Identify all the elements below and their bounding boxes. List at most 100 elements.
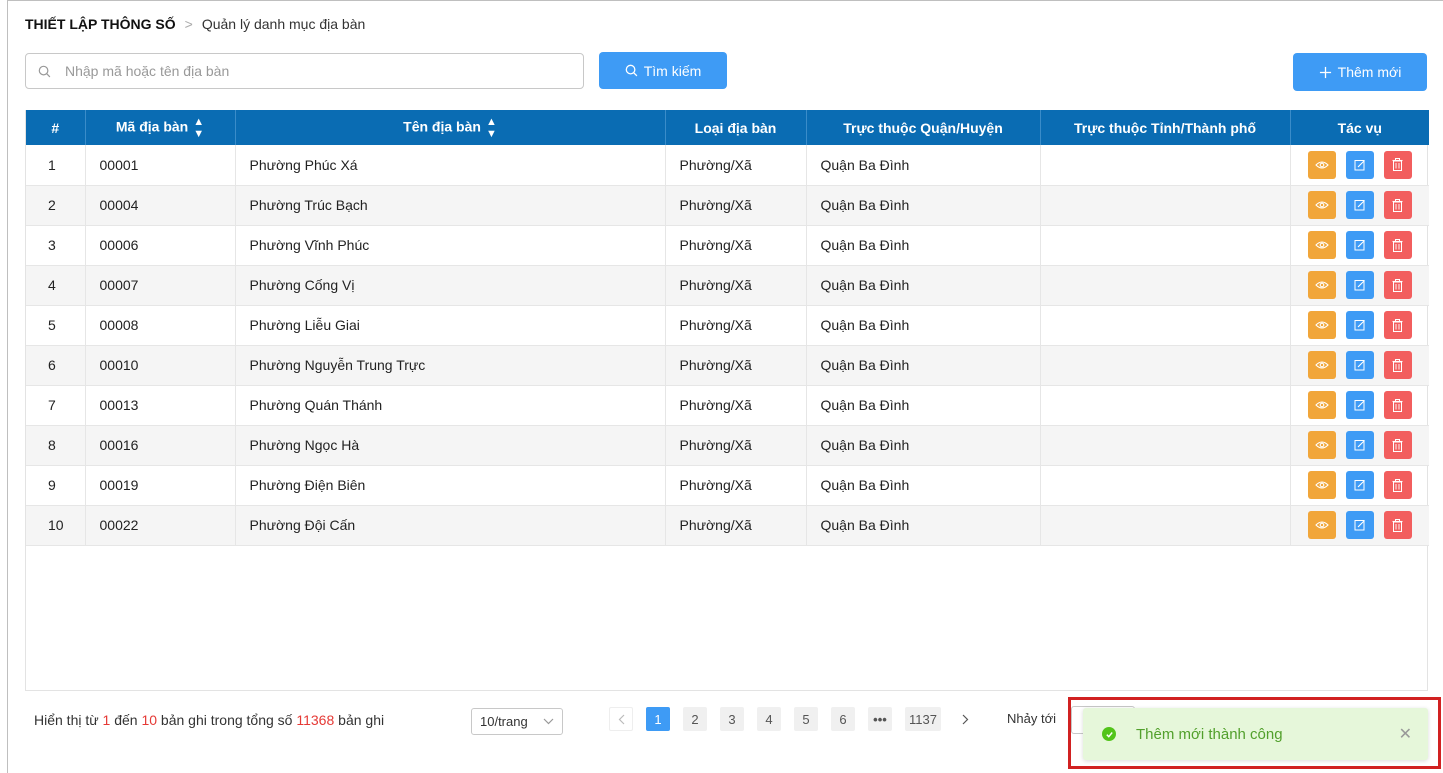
prev-page-button[interactable]: [609, 707, 633, 731]
summary-middle: bản ghi trong tổng số: [160, 712, 293, 728]
breadcrumb-root[interactable]: THIẾT LẬP THÔNG SỐ: [25, 16, 176, 32]
edit-button[interactable]: [1345, 150, 1374, 179]
delete-button[interactable]: [1383, 271, 1412, 299]
cell-name: Phường Phúc Xá: [235, 145, 666, 186]
chevron-right-icon: [963, 714, 969, 724]
cell-name: Phường Quán Thánh: [235, 385, 666, 426]
edit-button[interactable]: [1345, 431, 1374, 459]
view-button[interactable]: [1307, 311, 1336, 339]
search-box[interactable]: [25, 53, 584, 89]
page-button[interactable]: 2: [683, 707, 707, 731]
table-header-row: # Mã địa bàn ▲ ▼ Tên địa bàn ▲ ▼ Loại địa bà…: [26, 110, 1429, 145]
search-input[interactable]: [65, 63, 545, 79]
delete-button[interactable]: [1383, 191, 1412, 219]
toast-close-icon[interactable]: ✕: [1399, 724, 1412, 744]
sort-icon[interactable]: ▲ ▼: [193, 116, 204, 140]
delete-button[interactable]: [1383, 511, 1412, 539]
check-circle-icon: [1102, 727, 1116, 741]
eye-icon: [1314, 321, 1329, 329]
cell-index: 10: [26, 505, 86, 546]
delete-button[interactable]: [1383, 231, 1412, 259]
delete-button[interactable]: [1383, 351, 1412, 379]
cell-name: Phường Nguyễn Trung Trực: [235, 345, 666, 386]
next-page-button[interactable]: [953, 707, 978, 731]
edit-icon: [1354, 400, 1365, 411]
eye-icon: [1314, 361, 1329, 369]
cell-actions: [1290, 145, 1429, 186]
cell-actions: [1290, 305, 1429, 346]
table-row: 9 00019 Phường Điện Biên Phường/Xã Quận Ba Đ…: [26, 465, 1429, 506]
page-button[interactable]: 4: [757, 707, 781, 731]
cell-name: Phường Đội Cấn: [235, 505, 666, 546]
view-button[interactable]: [1307, 150, 1336, 179]
cell-type: Phường/Xã: [665, 145, 807, 186]
trash-icon: [1392, 518, 1403, 532]
edit-button[interactable]: [1345, 351, 1374, 379]
column-header-name[interactable]: Tên địa bàn ▲ ▼: [235, 110, 666, 145]
search-button[interactable]: Tìm kiếm: [599, 52, 727, 89]
delete-button[interactable]: [1383, 150, 1412, 179]
column-header-index: #: [26, 110, 86, 145]
trash-icon: [1392, 358, 1403, 372]
delete-button[interactable]: [1383, 311, 1412, 339]
edit-button[interactable]: [1345, 391, 1374, 419]
view-button[interactable]: [1307, 231, 1336, 259]
view-button[interactable]: [1307, 471, 1336, 499]
cell-type: Phường/Xã: [665, 225, 807, 266]
page-button[interactable]: 6: [831, 707, 855, 731]
view-button[interactable]: [1307, 431, 1336, 459]
success-toast: Thêm mới thành công ✕: [1083, 708, 1428, 760]
table-row: 4 00007 Phường Cống Vị Phường/Xã Quận Ba Đìn…: [26, 265, 1429, 306]
edit-button[interactable]: [1345, 311, 1374, 339]
cell-code: 00013: [85, 385, 236, 426]
page-ellipsis[interactable]: •••: [868, 707, 892, 731]
page-button[interactable]: 1: [646, 707, 670, 731]
search-button-label: Tìm kiếm: [643, 62, 702, 79]
edit-button[interactable]: [1345, 231, 1374, 259]
edit-icon: [1354, 360, 1365, 371]
cell-province: [1040, 305, 1291, 346]
column-header-type: Loại địa bàn: [665, 110, 807, 145]
page-size-value: 10/trang: [480, 714, 528, 729]
plus-icon: [1319, 66, 1332, 79]
edit-button[interactable]: [1345, 511, 1374, 539]
column-header-district: Trực thuộc Quận/Huyện: [806, 110, 1041, 145]
page-button[interactable]: 1137: [905, 707, 941, 731]
view-button[interactable]: [1307, 511, 1336, 539]
view-button[interactable]: [1307, 351, 1336, 379]
column-header-code[interactable]: Mã địa bàn ▲ ▼: [85, 110, 236, 145]
column-header-province: Trực thuộc Tỉnh/Thành phố: [1040, 110, 1291, 145]
page-button[interactable]: 3: [720, 707, 744, 731]
cell-code: 00007: [85, 265, 236, 306]
view-button[interactable]: [1307, 191, 1336, 219]
eye-icon: [1314, 241, 1329, 249]
cell-district: Quận Ba Đình: [806, 465, 1041, 506]
page-button[interactable]: 5: [794, 707, 818, 731]
delete-button[interactable]: [1383, 431, 1412, 459]
table-row: 7 00013 Phường Quán Thánh Phường/Xã Quận Ba …: [26, 385, 1429, 426]
cell-type: Phường/Xã: [665, 425, 807, 466]
delete-button[interactable]: [1383, 391, 1412, 419]
summary-total: 11368: [296, 712, 335, 728]
cell-type: Phường/Xã: [665, 265, 807, 306]
summary-from: 1: [102, 712, 111, 728]
table-row: 3 00006 Phường Vĩnh Phúc Phường/Xã Quận Ba Đ…: [26, 225, 1429, 266]
cell-index: 5: [26, 305, 86, 346]
edit-icon: [1354, 520, 1365, 531]
cell-actions: [1290, 385, 1429, 426]
edit-button[interactable]: [1345, 191, 1374, 219]
view-button[interactable]: [1307, 271, 1336, 299]
view-button[interactable]: [1307, 391, 1336, 419]
edit-button[interactable]: [1345, 471, 1374, 499]
cell-actions: [1290, 505, 1429, 546]
cell-name: Phường Điện Biên: [235, 465, 666, 506]
delete-button[interactable]: [1383, 471, 1412, 499]
cell-province: [1040, 505, 1291, 546]
edit-button[interactable]: [1345, 271, 1374, 299]
cell-actions: [1290, 425, 1429, 466]
add-new-button[interactable]: Thêm mới: [1293, 53, 1427, 91]
cell-index: 2: [26, 185, 86, 226]
cell-province: [1040, 345, 1291, 386]
page-size-select[interactable]: 10/trang: [471, 708, 563, 735]
sort-icon[interactable]: ▲ ▼: [486, 116, 497, 140]
